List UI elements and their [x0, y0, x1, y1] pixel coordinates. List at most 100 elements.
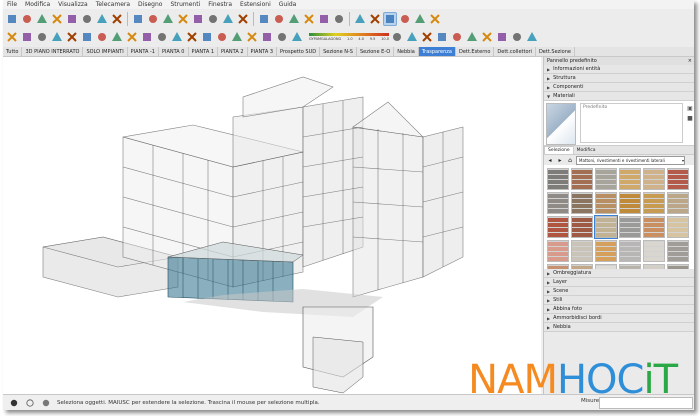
- monochrome-icon[interactable]: [230, 30, 244, 44]
- material-tab[interactable]: Modifica: [574, 146, 599, 154]
- material-thumbnail[interactable]: [643, 168, 665, 190]
- material-thumbnail[interactable]: [571, 240, 593, 262]
- walk-icon[interactable]: [110, 30, 124, 44]
- scene-tab[interactable]: Dett.Esterno: [456, 47, 495, 56]
- material-thumbnail[interactable]: [571, 264, 593, 269]
- section-plane-icon[interactable]: [302, 12, 316, 26]
- axes-icon[interactable]: [221, 12, 235, 26]
- arc-icon[interactable]: [80, 12, 94, 26]
- scene-tab[interactable]: Sezione N-S: [320, 47, 357, 56]
- push-pull-icon[interactable]: [110, 12, 124, 26]
- default-material-icon[interactable]: ■: [687, 115, 693, 122]
- material-library-select[interactable]: Mattoni, rivestimenti e rivestimenti lat…: [576, 155, 685, 165]
- menu-item[interactable]: File: [3, 1, 21, 8]
- tray-panel-header[interactable]: ▶ Struttura: [544, 74, 694, 83]
- scene-tab[interactable]: PIANTA -1: [128, 47, 159, 56]
- textured-icon[interactable]: [215, 30, 229, 44]
- scene-tab[interactable]: SOLO IMPIANTI: [83, 47, 128, 56]
- material-thumbnail[interactable]: [643, 240, 665, 262]
- wireframe-icon[interactable]: [450, 30, 464, 44]
- pan-icon[interactable]: [257, 12, 271, 26]
- orbit-icon[interactable]: [35, 30, 49, 44]
- line-icon[interactable]: [65, 12, 79, 26]
- material-thumbnail[interactable]: [667, 168, 689, 190]
- material-thumbnail[interactable]: [619, 192, 641, 214]
- orbit-icon[interactable]: [236, 12, 250, 26]
- zoom-extents-icon[interactable]: [80, 30, 94, 44]
- eraser-icon[interactable]: [20, 12, 34, 26]
- select-icon[interactable]: [5, 12, 19, 26]
- xray-icon[interactable]: [368, 12, 382, 26]
- xray-icon[interactable]: [435, 30, 449, 44]
- material-thumbnail[interactable]: [667, 192, 689, 214]
- menu-item[interactable]: Telecamera: [92, 1, 134, 8]
- material-thumbnail[interactable]: [571, 168, 593, 190]
- top-view-icon[interactable]: [260, 30, 274, 44]
- menu-item[interactable]: Finestra: [204, 1, 236, 8]
- hidden-line-icon[interactable]: [465, 30, 479, 44]
- shaded-icon[interactable]: [480, 30, 494, 44]
- right-view-icon[interactable]: [290, 30, 304, 44]
- hidden-line-icon[interactable]: [185, 30, 199, 44]
- material-thumbnail[interactable]: [571, 216, 593, 238]
- iso-view-icon[interactable]: [525, 30, 539, 44]
- walk-icon[interactable]: [390, 30, 404, 44]
- xray-icon[interactable]: [155, 30, 169, 44]
- rectangle-icon[interactable]: [95, 12, 109, 26]
- close-icon[interactable]: ×: [688, 58, 692, 64]
- look-around-icon[interactable]: [140, 30, 154, 44]
- back-arrow-icon[interactable]: ◂: [546, 156, 554, 164]
- material-thumbnail[interactable]: [619, 168, 641, 190]
- tray-panel-header[interactable]: ▶ Layer: [544, 278, 694, 287]
- section-plane-icon[interactable]: [95, 30, 109, 44]
- material-tab[interactable]: Selezione: [544, 146, 574, 154]
- scene-tab[interactable]: PIANTA 0: [159, 47, 189, 56]
- info-icon[interactable]: [9, 398, 19, 408]
- scene-tab[interactable]: Prospetto SUD: [277, 47, 321, 56]
- front-view-icon[interactable]: [275, 30, 289, 44]
- menu-item[interactable]: Strumenti: [166, 1, 204, 8]
- material-thumbnail[interactable]: [594, 215, 618, 239]
- scene-tab[interactable]: Sezione E-O: [357, 47, 395, 56]
- material-thumbnail[interactable]: [547, 168, 569, 190]
- scene-tab[interactable]: Tutto: [3, 47, 23, 56]
- material-thumbnail[interactable]: [547, 192, 569, 214]
- textured-icon[interactable]: [428, 12, 442, 26]
- menu-item[interactable]: Disegno: [134, 1, 166, 8]
- shaded-icon[interactable]: [413, 12, 427, 26]
- material-thumbnail[interactable]: [667, 216, 689, 238]
- material-thumbnail[interactable]: [571, 192, 593, 214]
- menu-item[interactable]: Guida: [275, 1, 301, 8]
- text-icon[interactable]: [206, 12, 220, 26]
- shaded-icon[interactable]: [200, 30, 214, 44]
- tray-panel-header[interactable]: ▶ Componenti: [544, 83, 694, 92]
- tray-panel-header[interactable]: ▶ Nebbia: [544, 323, 694, 332]
- walk-icon[interactable]: [317, 12, 331, 26]
- scene-tab[interactable]: PIANTA 3: [248, 47, 278, 56]
- rotate-icon[interactable]: [146, 12, 160, 26]
- scene-tab[interactable]: PIANTA 1: [189, 47, 219, 56]
- menu-item[interactable]: Modifica: [21, 1, 54, 8]
- wireframe-icon[interactable]: [170, 30, 184, 44]
- create-material-icon[interactable]: ▣: [687, 105, 693, 112]
- material-thumbnail[interactable]: [643, 216, 665, 238]
- iso-view-icon[interactable]: [245, 30, 259, 44]
- material-thumbnail[interactable]: [595, 264, 617, 269]
- wireframe-icon[interactable]: [383, 12, 397, 26]
- scene-tab[interactable]: 3D PIANO INTERRATO: [22, 47, 84, 56]
- pan-icon[interactable]: [50, 30, 64, 44]
- position-camera-icon[interactable]: [332, 12, 346, 26]
- material-thumbnail[interactable]: [667, 240, 689, 262]
- scene-tab[interactable]: Dett.Sezione: [536, 47, 575, 56]
- position-camera-icon[interactable]: [405, 30, 419, 44]
- zoom-icon[interactable]: [272, 12, 286, 26]
- drawing-viewport[interactable]: [3, 57, 541, 394]
- zoom-icon[interactable]: [65, 30, 79, 44]
- monochrome-icon[interactable]: [510, 30, 524, 44]
- axes-icon[interactable]: [20, 30, 34, 44]
- home-icon[interactable]: ⌂: [566, 156, 574, 164]
- position-camera-icon[interactable]: [125, 30, 139, 44]
- scene-tab[interactable]: Trasparenza: [418, 47, 456, 56]
- material-thumbnail[interactable]: [547, 216, 569, 238]
- tray-panel-header[interactable]: ▶ Ombreggiatura: [544, 269, 694, 278]
